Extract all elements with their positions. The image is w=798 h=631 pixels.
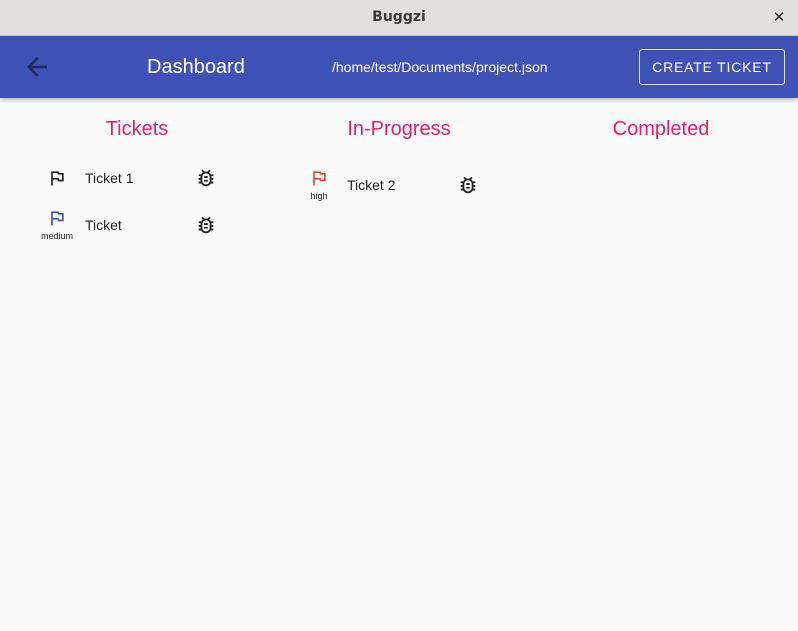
ticket-name: Ticket xyxy=(85,217,122,233)
create-ticket-button[interactable]: CREATE TICKET xyxy=(639,49,785,85)
flag-icon xyxy=(313,171,326,186)
page-title: Dashboard xyxy=(147,56,245,78)
bug-icon[interactable] xyxy=(457,174,479,196)
window-title: Buggzi xyxy=(372,9,426,25)
ticket-card[interactable]: high Ticket 2 xyxy=(268,163,530,207)
column-heading: Completed xyxy=(612,118,710,140)
column-heading: Tickets xyxy=(105,118,169,140)
bug-icon[interactable] xyxy=(195,214,217,236)
window-titlebar[interactable]: Buggzi ✕ xyxy=(0,0,798,36)
close-icon[interactable]: ✕ xyxy=(770,8,788,26)
ticket-card[interactable]: Ticket 1 xyxy=(6,156,268,200)
project-path: /home/test/Documents/project.json xyxy=(332,59,548,75)
bug-icon[interactable] xyxy=(195,167,217,189)
ticket-card[interactable]: medium Ticket xyxy=(6,203,268,247)
flag-icon xyxy=(51,171,64,186)
column-heading: In-Progress xyxy=(347,118,451,140)
priority-label: medium xyxy=(40,231,73,241)
back-button[interactable] xyxy=(22,52,52,82)
app-bar: Dashboard /home/test/Documents/project.j… xyxy=(0,36,798,98)
flag-icon xyxy=(51,211,64,226)
ticket-name: Ticket 1 xyxy=(85,170,134,186)
arrow-back-icon xyxy=(27,57,47,77)
app-window: Buggzi ✕ Dashboard /home/test/Documents/… xyxy=(0,0,798,631)
priority-label: high xyxy=(310,191,328,201)
ticket-name: Ticket 2 xyxy=(347,177,396,193)
